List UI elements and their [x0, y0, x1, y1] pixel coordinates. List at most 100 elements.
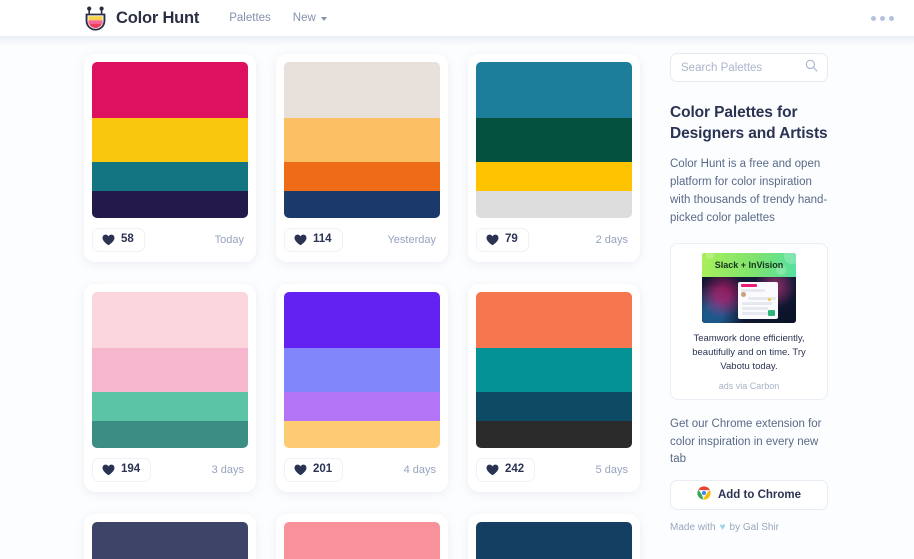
like-count: 242: [505, 463, 525, 476]
palette-swatches[interactable]: [92, 522, 248, 559]
ad-image: Slack + InVision: [702, 253, 796, 324]
like-count: 58: [121, 233, 134, 246]
like-button[interactable]: 201: [284, 458, 344, 482]
palette-card[interactable]: [276, 514, 448, 559]
heart-icon: [486, 234, 499, 246]
palette-swatch[interactable]: [92, 421, 248, 448]
palette-swatches[interactable]: [476, 292, 632, 448]
like-button[interactable]: 194: [92, 458, 152, 482]
header-right: [869, 10, 896, 27]
palette-swatch[interactable]: [476, 62, 632, 119]
search-palettes-box[interactable]: [670, 53, 828, 82]
paint-bucket-logo-icon: [84, 6, 107, 31]
palette-swatch[interactable]: [284, 292, 440, 349]
palette-date: Yesterday: [387, 234, 436, 246]
palette-swatch[interactable]: [284, 191, 440, 218]
palette-card[interactable]: 114 Yesterday: [276, 54, 448, 262]
palette-card-footer: 242 5 days: [476, 448, 632, 492]
credit-prefix: Made with: [670, 522, 716, 534]
palette-card-footer: 114 Yesterday: [284, 218, 440, 262]
palette-swatch[interactable]: [92, 522, 248, 559]
nav-item-palettes[interactable]: Palettes: [229, 12, 271, 24]
palette-swatch[interactable]: [284, 62, 440, 119]
chrome-icon: [697, 486, 711, 505]
palette-swatch[interactable]: [284, 391, 440, 422]
extension-promo-text: Get our Chrome extension for color inspi…: [670, 417, 822, 466]
add-to-chrome-label: Add to Chrome: [717, 489, 802, 502]
palette-grid: 58 Today 114 Yesterday 79 2 days 194 3 days 201 4…: [0, 36, 665, 559]
palette-card[interactable]: 58 Today: [84, 54, 256, 262]
palette-swatches[interactable]: [476, 522, 632, 559]
more-dots-icon[interactable]: [869, 10, 896, 27]
heart-icon: [294, 464, 307, 476]
chevron-down-icon: [320, 17, 327, 21]
carbon-ad[interactable]: Slack + InVision Teamwork done efficient…: [670, 243, 828, 400]
palette-swatch[interactable]: [476, 191, 632, 218]
sidebar: Color Palettes for Designers and Artists…: [665, 36, 914, 559]
palette-swatches[interactable]: [284, 522, 440, 559]
app-header: Color Hunt Palettes New: [0, 0, 914, 36]
palette-card[interactable]: 79 2 days: [468, 54, 640, 262]
add-to-chrome-button[interactable]: Add to Chrome: [670, 480, 828, 511]
search-icon[interactable]: [805, 59, 818, 77]
palette-swatch[interactable]: [92, 191, 248, 218]
like-count: 201: [313, 463, 333, 476]
palette-swatch[interactable]: [284, 161, 440, 192]
like-button[interactable]: 242: [476, 458, 536, 482]
palette-swatches[interactable]: [92, 62, 248, 218]
palette-swatch[interactable]: [92, 348, 248, 392]
sidebar-description: Color Hunt is a free and open platform f…: [670, 157, 828, 225]
palette-card-footer: 194 3 days: [92, 448, 248, 492]
ad-banner-text: Slack + InVision: [714, 260, 784, 271]
palette-swatch[interactable]: [476, 161, 632, 192]
palette-card-footer: 201 4 days: [284, 448, 440, 492]
palette-card[interactable]: [468, 514, 640, 559]
like-count: 114: [313, 233, 332, 246]
like-count: 79: [505, 233, 518, 246]
like-button[interactable]: 58: [92, 228, 145, 252]
main-nav: Palettes New: [229, 12, 327, 24]
palette-swatch[interactable]: [284, 522, 440, 559]
nav-item-palettes-label: Palettes: [229, 12, 271, 24]
page-body: 58 Today 114 Yesterday 79 2 days 194 3 days 201 4…: [0, 36, 914, 559]
palette-swatch[interactable]: [476, 391, 632, 422]
brand-logo-link[interactable]: Color Hunt: [84, 6, 199, 31]
palette-swatches[interactable]: [92, 292, 248, 448]
palette-card-footer: 79 2 days: [476, 218, 632, 262]
palette-card[interactable]: 242 5 days: [468, 284, 640, 492]
credit-line[interactable]: Made with ♥ by Gal Shir: [670, 522, 828, 533]
sidebar-title: Color Palettes for Designers and Artists: [670, 104, 828, 142]
palette-swatch[interactable]: [476, 522, 632, 559]
palette-swatch[interactable]: [476, 118, 632, 162]
nav-item-new[interactable]: New: [293, 12, 327, 24]
ad-banner: Slack + InVision: [702, 253, 796, 278]
heart-icon: [294, 234, 307, 246]
palette-card[interactable]: 194 3 days: [84, 284, 256, 492]
palette-swatch[interactable]: [476, 292, 632, 349]
palette-swatches[interactable]: [476, 62, 632, 218]
palette-swatch[interactable]: [92, 62, 248, 119]
palette-swatches[interactable]: [284, 62, 440, 218]
like-button[interactable]: 79: [476, 228, 529, 252]
palette-swatch[interactable]: [476, 348, 632, 392]
heart-icon: [486, 464, 499, 476]
palette-swatch[interactable]: [284, 118, 440, 162]
palette-swatch[interactable]: [92, 391, 248, 422]
palette-card[interactable]: [84, 514, 256, 559]
palette-swatches[interactable]: [284, 292, 440, 448]
palette-swatch[interactable]: [284, 421, 440, 448]
palette-date: 5 days: [595, 464, 628, 476]
ad-screenshot: [702, 277, 796, 324]
palette-date: Today: [214, 234, 244, 246]
palette-swatch[interactable]: [476, 421, 632, 448]
nav-item-new-label: New: [292, 12, 316, 24]
palette-swatch[interactable]: [92, 292, 248, 349]
like-count: 194: [121, 463, 141, 476]
palette-swatch[interactable]: [92, 118, 248, 162]
like-button[interactable]: 114: [284, 228, 343, 252]
palette-swatch[interactable]: [284, 348, 440, 392]
search-input[interactable]: [681, 61, 805, 74]
palette-swatch[interactable]: [92, 161, 248, 192]
brand-name: Color Hunt: [116, 8, 200, 27]
palette-card[interactable]: 201 4 days: [276, 284, 448, 492]
